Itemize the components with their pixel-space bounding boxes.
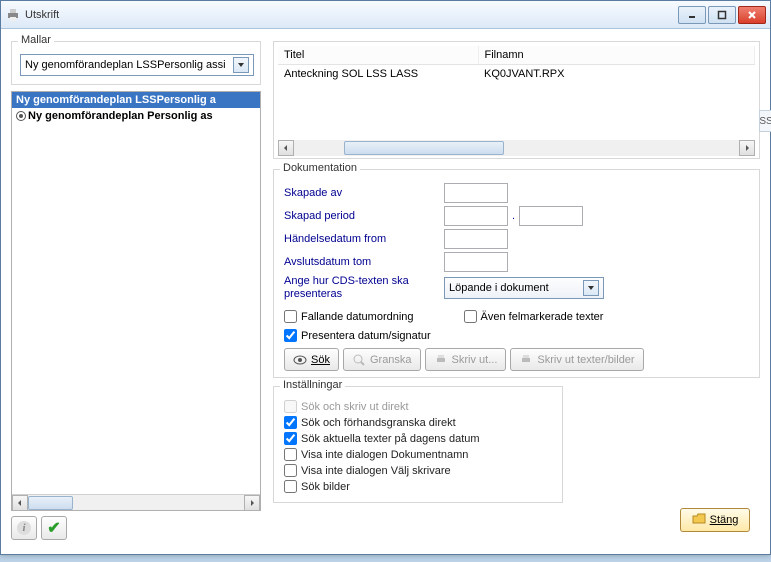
skriv-direkt-checkbox xyxy=(284,400,297,413)
scroll-right-button[interactable] xyxy=(244,495,260,511)
mallar-list[interactable]: Ny genomförandeplan LSSPersonlig a Ny ge… xyxy=(11,91,261,511)
skriv-direkt-label: Sök och skriv ut direkt xyxy=(301,401,409,413)
window-title: Utskrift xyxy=(25,9,678,21)
label-handelsedatum: Händelsedatum from xyxy=(284,233,444,245)
presentera-checkbox[interactable] xyxy=(284,329,297,342)
cell-titel: Anteckning SOL LSS LASS xyxy=(278,65,478,84)
close-window-button[interactable] xyxy=(738,6,766,24)
minimize-button[interactable] xyxy=(678,6,706,24)
info-button[interactable]: i xyxy=(11,516,37,540)
ok-button[interactable]: ✔ xyxy=(41,516,67,540)
period-to-input[interactable] xyxy=(519,206,583,226)
chevron-down-icon xyxy=(583,280,599,296)
fallande-label: Fallande datumordning xyxy=(301,311,414,323)
aven-fel-checkbox[interactable] xyxy=(464,310,477,323)
cds-select[interactable]: Löpande i dokument xyxy=(444,277,604,299)
list-item[interactable]: Ny genomförandeplan LSSPersonlig a xyxy=(12,92,260,108)
skriv-ut-label: Skriv ut... xyxy=(452,354,498,366)
background-fragment: SS xyxy=(759,110,771,132)
aven-fel-label: Även felmarkerade texter xyxy=(481,311,604,323)
mallar-group: Mallar Ny genomförandeplan LSSPersonlig … xyxy=(11,41,261,85)
skriv-ut-tb-label: Skriv ut texter/bilder xyxy=(537,354,634,366)
sok-bilder-label: Sök bilder xyxy=(301,481,350,493)
skriv-ut-texter-bilder-button[interactable]: Skriv ut texter/bilder xyxy=(510,348,643,371)
installningar-title: Inställningar xyxy=(280,379,345,391)
handelsedatum-input[interactable] xyxy=(444,229,508,249)
list-item-label: Ny genomförandeplan Personlig as xyxy=(28,110,213,122)
avslut-input[interactable] xyxy=(444,252,508,272)
doknamn-checkbox[interactable] xyxy=(284,448,297,461)
eye-icon xyxy=(293,353,307,367)
col-filnamn[interactable]: Filnamn xyxy=(478,46,755,65)
sok-bilder-checkbox[interactable] xyxy=(284,480,297,493)
dagens-checkbox[interactable] xyxy=(284,432,297,445)
valj-skrivare-checkbox[interactable] xyxy=(284,464,297,477)
stang-button[interactable]: Stäng xyxy=(680,508,750,532)
installningar-group: Inställningar Sök och skriv ut direkt Sö… xyxy=(273,386,563,503)
dokumentation-title: Dokumentation xyxy=(280,162,360,174)
granska-label: Granska xyxy=(370,354,412,366)
cds-select-value: Löpande i dokument xyxy=(449,282,549,294)
doknamn-label: Visa inte dialogen Dokumentnamn xyxy=(301,449,468,461)
cell-filnamn: KQ0JVANT.RPX xyxy=(478,65,755,84)
list-item[interactable]: Ny genomförandeplan Personlig as xyxy=(12,108,260,124)
chevron-down-icon xyxy=(233,57,249,73)
table-row[interactable]: Anteckning SOL LSS LASS KQ0JVANT.RPX xyxy=(278,65,755,84)
col-titel[interactable]: Titel xyxy=(278,46,478,65)
maximize-button[interactable] xyxy=(708,6,736,24)
scroll-thumb[interactable] xyxy=(344,141,504,155)
fallande-checkbox[interactable] xyxy=(284,310,297,323)
printer-icon xyxy=(519,353,533,367)
mallar-combo-text: Ny genomförandeplan LSSPersonlig assi xyxy=(25,59,233,71)
stang-label: Stäng xyxy=(710,514,739,526)
checkmark-icon: ✔ xyxy=(47,518,60,538)
skapade-av-input[interactable] xyxy=(444,183,508,203)
titlebar: Utskrift xyxy=(1,1,770,29)
files-table[interactable]: Titel Filnamn Anteckning SOL LSS LASS KQ… xyxy=(278,46,755,83)
label-skapad-period: Skapad period xyxy=(284,210,444,222)
horizontal-scrollbar[interactable] xyxy=(12,494,260,510)
magnifier-icon xyxy=(352,353,366,367)
label-avslut: Avslutsdatum tom xyxy=(284,256,444,268)
period-from-input[interactable] xyxy=(444,206,508,226)
forhands-checkbox[interactable] xyxy=(284,416,297,429)
scroll-right-button[interactable] xyxy=(739,140,755,156)
sok-label: Sök xyxy=(311,354,330,366)
mallar-group-title: Mallar xyxy=(18,34,54,46)
printer-icon xyxy=(5,7,21,23)
scroll-left-button[interactable] xyxy=(12,495,28,511)
table-horizontal-scrollbar[interactable] xyxy=(278,140,755,156)
dokumentation-group: Dokumentation Skapade av Skapad period .… xyxy=(273,169,760,378)
mallar-combo[interactable]: Ny genomförandeplan LSSPersonlig assi xyxy=(20,54,254,76)
scroll-thumb[interactable] xyxy=(28,496,73,510)
presentera-label: Presentera datum/signatur xyxy=(301,330,431,342)
scroll-left-button[interactable] xyxy=(278,140,294,156)
radio-icon xyxy=(16,111,26,121)
label-cds: Ange hur CDS-texten ska presenteras xyxy=(284,275,444,301)
granska-button[interactable]: Granska xyxy=(343,348,421,371)
printer-icon xyxy=(434,353,448,367)
period-separator: . xyxy=(512,210,515,222)
info-icon: i xyxy=(17,521,31,535)
dagens-label: Sök aktuella texter på dagens datum xyxy=(301,433,480,445)
label-skapade-av: Skapade av xyxy=(284,187,444,199)
folder-icon xyxy=(692,513,706,528)
skriv-ut-button[interactable]: Skriv ut... xyxy=(425,348,507,371)
sok-button[interactable]: Sök xyxy=(284,348,339,371)
table-group: Titel Filnamn Anteckning SOL LSS LASS KQ… xyxy=(273,41,760,159)
forhands-label: Sök och förhandsgranska direkt xyxy=(301,417,456,429)
valj-skrivare-label: Visa inte dialogen Välj skrivare xyxy=(301,465,451,477)
list-item-label: Ny genomförandeplan LSSPersonlig a xyxy=(16,94,216,106)
